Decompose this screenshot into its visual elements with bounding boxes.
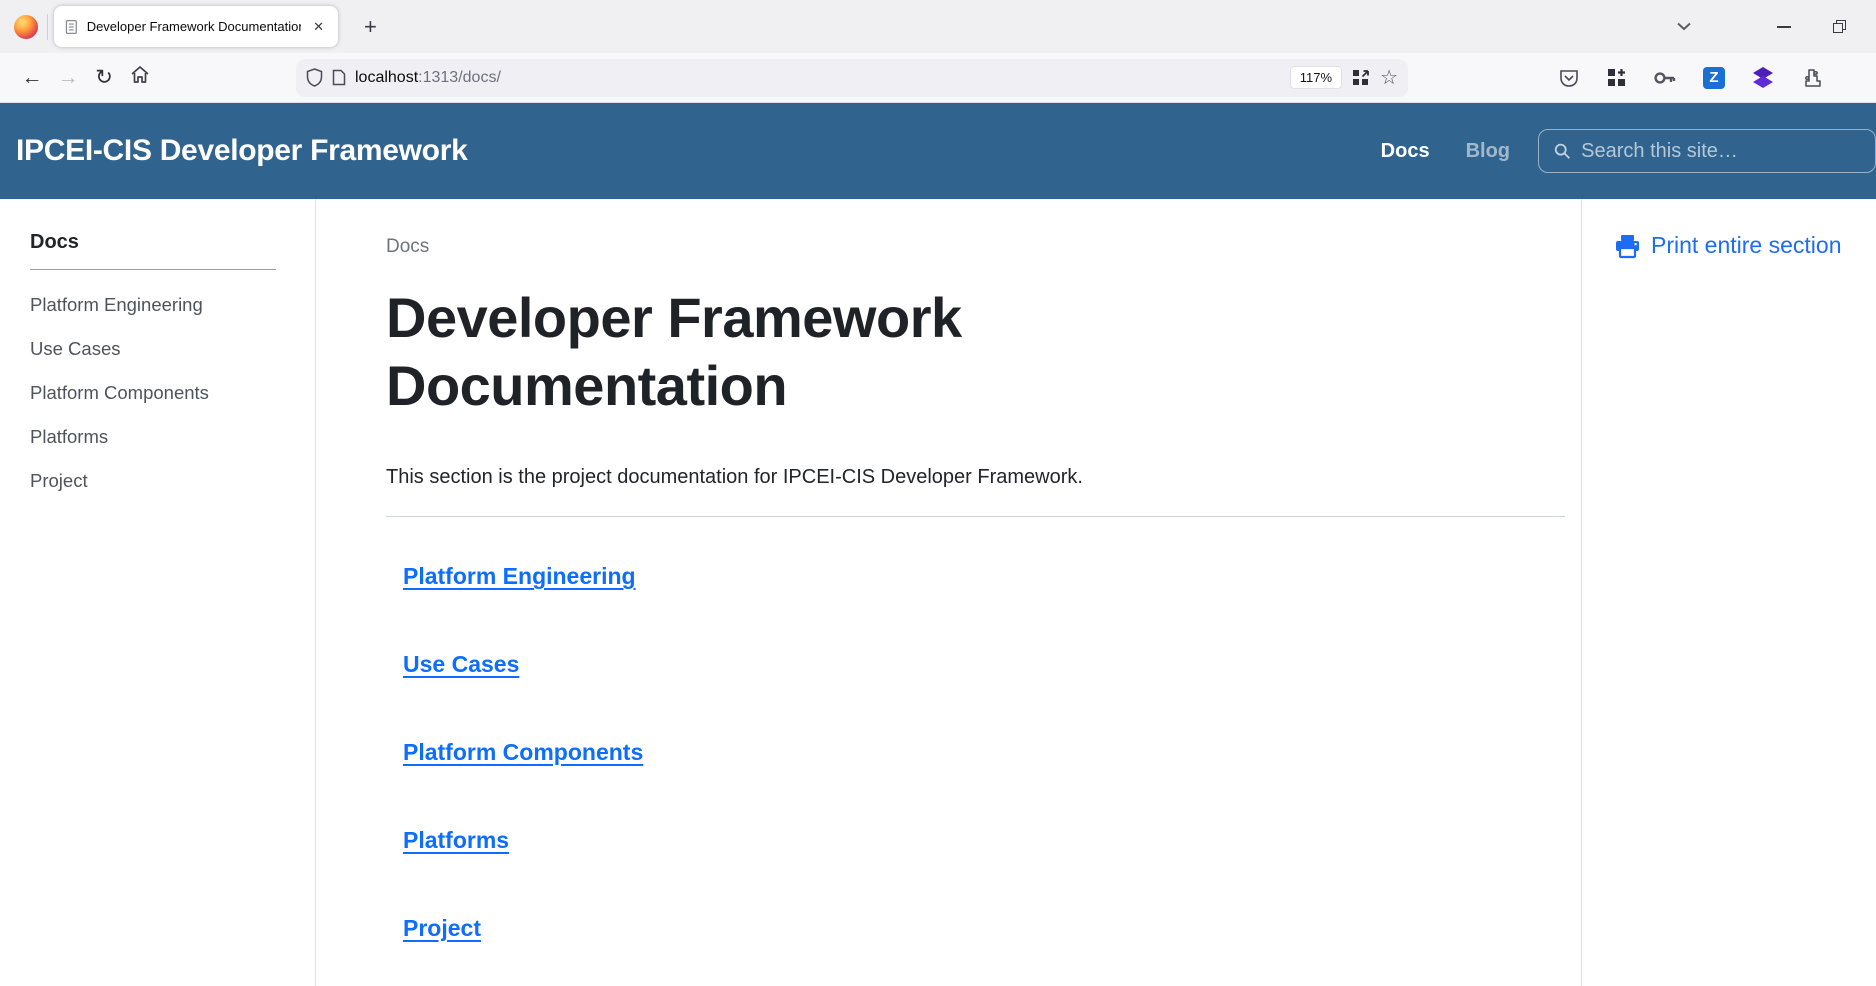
tab-separator [47, 14, 48, 40]
intro-paragraph: This section is the project documentatio… [386, 466, 1565, 489]
printer-icon [1614, 233, 1641, 259]
page-favicon-icon [64, 19, 79, 35]
sidebar-heading[interactable]: Docs [30, 231, 295, 254]
section-link-platform-components[interactable]: Platform Components [403, 739, 643, 765]
toolbar-extensions-area: Z [1558, 67, 1823, 89]
sidebar-item-project[interactable]: Project [30, 469, 295, 493]
tracking-shield-icon[interactable] [306, 68, 323, 87]
page-info-icon[interactable] [332, 69, 346, 86]
sidebar-item-platform-components[interactable]: Platform Components [30, 381, 295, 405]
main-content: Docs Developer Framework Documentation T… [316, 199, 1581, 986]
section-link-list: Platform Engineering Use Cases Platform … [386, 563, 1565, 942]
reload-button[interactable]: ↻ [86, 65, 122, 90]
content-divider [386, 516, 1565, 517]
list-all-tabs-chevron-icon[interactable] [1677, 22, 1691, 31]
breadcrumb[interactable]: Docs [386, 236, 1565, 258]
window-controls [1677, 20, 1876, 33]
print-section-link[interactable]: Print entire section [1614, 232, 1876, 259]
minimize-button[interactable] [1777, 26, 1791, 28]
layers-extension-icon[interactable] [1751, 67, 1775, 89]
browser-tab[interactable]: Developer Framework Documentation ✕ [54, 6, 338, 47]
site-search-box[interactable] [1538, 129, 1876, 173]
zoom-level-button[interactable]: 117% [1290, 66, 1342, 89]
extension-grid-plus-icon[interactable] [1606, 67, 1627, 88]
section-link-project[interactable]: Project [403, 915, 481, 941]
sidebar-divider [30, 269, 276, 270]
sidebar-item-use-cases[interactable]: Use Cases [30, 337, 295, 361]
browser-window: Developer Framework Documentation ✕ + ← … [0, 0, 1876, 986]
sidebar-nav-list: Platform Engineering Use Cases Platform … [30, 293, 295, 493]
url-path: :1313/docs/ [418, 69, 501, 86]
forward-button[interactable]: → [50, 66, 86, 90]
browser-toolbar: ← → ↻ localhost:1313/docs/ 117% ☆ [0, 53, 1876, 103]
pocket-icon[interactable] [1558, 67, 1580, 89]
firefox-logo-icon [14, 15, 38, 39]
tab-bar: Developer Framework Documentation ✕ + [0, 0, 1876, 53]
site-navbar: IPCEI-CIS Developer Framework Docs Blog [0, 103, 1876, 199]
home-button[interactable] [122, 65, 158, 90]
url-bar[interactable]: localhost:1313/docs/ 117% ☆ [296, 59, 1408, 97]
urlbar-extension-icon[interactable] [1351, 68, 1371, 88]
new-tab-button[interactable]: + [356, 14, 385, 40]
tab-close-icon[interactable]: ✕ [309, 17, 328, 37]
back-button[interactable]: ← [14, 66, 50, 90]
tab-title: Developer Framework Documentation [87, 19, 301, 34]
zotero-extension-icon[interactable]: Z [1703, 67, 1725, 89]
url-text[interactable]: localhost:1313/docs/ [355, 69, 1281, 87]
section-link-platforms[interactable]: Platforms [403, 827, 509, 853]
section-link-platform-engineering[interactable]: Platform Engineering [403, 563, 636, 589]
sidebar-item-platform-engineering[interactable]: Platform Engineering [30, 293, 295, 317]
section-link-use-cases[interactable]: Use Cases [403, 651, 519, 677]
puzzle-extensions-icon[interactable] [1801, 67, 1823, 89]
right-rail: Print entire section [1581, 199, 1876, 986]
site-search-input[interactable] [1581, 140, 1861, 163]
page-title: Developer Framework Documentation [386, 284, 1276, 420]
site-brand[interactable]: IPCEI-CIS Developer Framework [16, 134, 467, 168]
nav-link-docs[interactable]: Docs [1381, 140, 1430, 163]
password-key-icon[interactable] [1653, 71, 1677, 85]
restore-window-button[interactable] [1833, 20, 1846, 33]
bookmark-star-icon[interactable]: ☆ [1380, 65, 1398, 90]
url-host: localhost [355, 69, 418, 86]
nav-link-blog[interactable]: Blog [1466, 140, 1510, 163]
docs-sidebar: Docs Platform Engineering Use Cases Plat… [0, 199, 316, 986]
print-section-label: Print entire section [1651, 232, 1841, 259]
page-body: Docs Platform Engineering Use Cases Plat… [0, 199, 1876, 986]
search-icon [1553, 141, 1571, 161]
sidebar-item-platforms[interactable]: Platforms [30, 425, 295, 449]
